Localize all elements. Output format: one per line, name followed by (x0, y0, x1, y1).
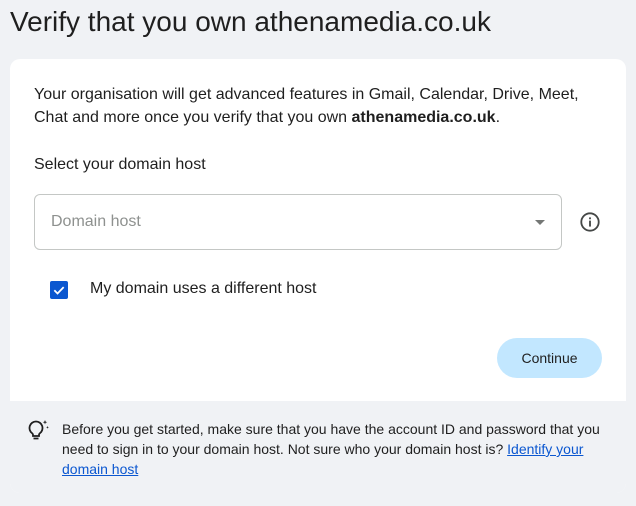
domain-host-select[interactable]: Domain host (34, 194, 562, 250)
intro-domain: athenamedia.co.uk (351, 109, 496, 126)
different-host-label[interactable]: My domain uses a different host (90, 280, 317, 298)
chevron-down-icon (535, 219, 545, 225)
different-host-checkbox[interactable] (50, 281, 68, 299)
continue-button[interactable]: Continue (497, 338, 602, 378)
checkmark-icon (53, 286, 65, 295)
intro-text: Your organisation will get advanced feat… (34, 83, 594, 129)
intro-text-after: . (495, 109, 501, 126)
domain-host-placeholder: Domain host (51, 213, 141, 230)
verify-card: Your organisation will get advanced feat… (10, 59, 626, 493)
tip-banner: Before you get started, make sure that y… (10, 401, 626, 493)
domain-host-label: Select your domain host (34, 156, 206, 173)
page-title: Verify that you own athenamedia.co.uk (10, 6, 491, 37)
info-icon[interactable] (579, 211, 601, 233)
lightbulb-icon (28, 420, 49, 440)
tip-text: Before you get started, make sure that y… (62, 419, 618, 479)
